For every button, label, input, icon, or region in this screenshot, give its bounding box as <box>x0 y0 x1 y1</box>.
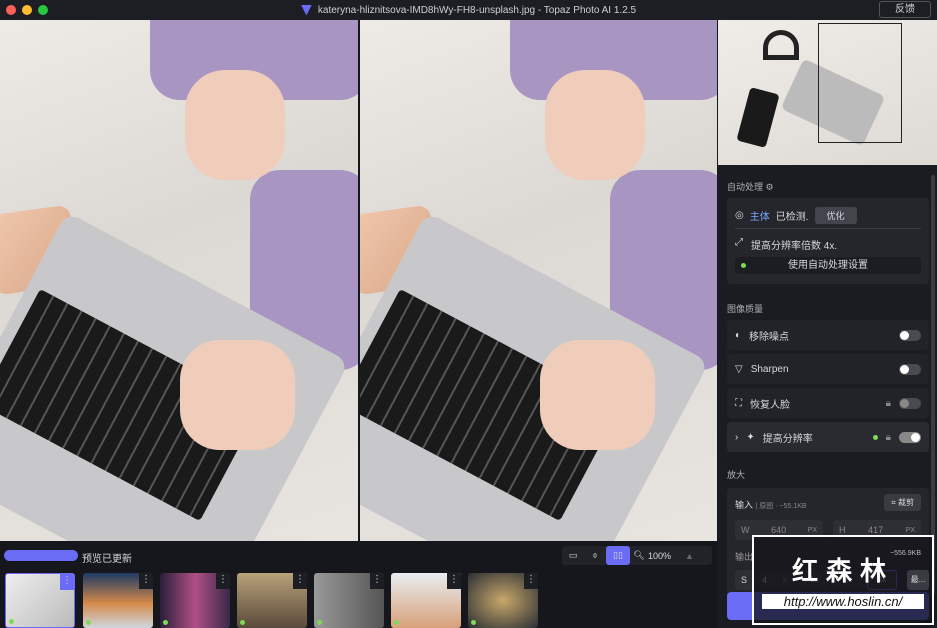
quality-section-title: 图像质量 <box>727 304 764 314</box>
thumbnail[interactable]: ⋮ <box>160 573 230 628</box>
use-auto-button[interactable]: 使用自动处理设置 <box>735 257 921 274</box>
denoise-row[interactable]: ◐ 移除噪点 <box>727 320 929 350</box>
thumbnail[interactable]: ⋮ <box>237 573 307 628</box>
status-dot <box>872 434 878 440</box>
processed-preview[interactable] <box>360 20 717 541</box>
scrollbar[interactable] <box>931 175 935 595</box>
detected-text: 已检测. <box>775 212 809 223</box>
lock-icon: 🔒︎ <box>885 397 891 409</box>
zoom-icon[interactable]: 🔍︎ <box>630 550 648 561</box>
status-text: 预览已更新 <box>82 554 132 565</box>
denoise-toggle[interactable] <box>899 329 921 341</box>
thumbnail[interactable]: ⋮ <box>5 573 75 628</box>
w-value: 640 <box>771 525 787 535</box>
face-row[interactable]: ⛶ 恢复人脸 🔒︎ <box>727 388 929 418</box>
chevron-right-icon[interactable]: › <box>735 432 738 443</box>
w-label: W <box>741 525 750 535</box>
face-label: 恢复人脸 <box>750 399 790 411</box>
h-value: 417 <box>868 525 884 535</box>
upscale-info: 提高分辨率倍数 4x. <box>751 241 838 252</box>
window-title: kateryna-hliznitsova-IMD8hWy-FH8-unsplas… <box>317 4 637 16</box>
navigator-viewport[interactable] <box>818 23 902 143</box>
maximize-button[interactable] <box>38 5 48 15</box>
sharpen-toggle[interactable] <box>899 363 921 375</box>
gear-icon[interactable]: ⚙ <box>766 182 774 192</box>
enlarge-section-title: 放大 <box>727 470 746 480</box>
auto-section-title: 自动处理 <box>727 182 764 192</box>
status-dot <box>741 263 746 268</box>
denoise-icon: ◐ <box>735 329 742 341</box>
face-toggle[interactable] <box>899 397 921 409</box>
minimize-button[interactable] <box>22 5 32 15</box>
crop-label: 裁剪 <box>898 498 914 507</box>
lock-icon: 🔒︎ <box>885 431 891 443</box>
close-button[interactable] <box>6 5 16 15</box>
thumbnail[interactable]: ⋮ <box>83 573 153 628</box>
subject-icon: ◎ <box>735 210 744 221</box>
upscale-icon: ✦ <box>746 431 755 443</box>
s-label: S <box>741 575 748 585</box>
thumbnail[interactable]: ⋮ <box>468 573 538 628</box>
original-preview[interactable] <box>0 20 358 541</box>
input-label: 输入 <box>735 500 754 510</box>
px-unit: PX <box>905 526 915 534</box>
single-view-icon[interactable]: ▭ <box>562 550 584 561</box>
title-bar: kateryna-hliznitsova-IMD8hWy-FH8-unsplas… <box>0 0 937 20</box>
collapse-up-icon[interactable]: ▲ <box>685 551 694 561</box>
upscale-label: 提高分辨率 <box>762 433 813 445</box>
optimize-button[interactable]: 优化 <box>814 207 857 224</box>
thumbnail[interactable]: ⋮ <box>314 573 384 628</box>
navigator[interactable] <box>718 20 937 165</box>
more-button[interactable]: 最... <box>907 570 929 590</box>
progress-bar <box>4 550 78 561</box>
topaz-logo-icon <box>300 4 312 16</box>
sharpen-icon: ▽ <box>735 363 743 375</box>
h-label: H <box>839 525 846 535</box>
output-label: 输出 <box>735 552 754 562</box>
subject-label: 主体 <box>749 212 770 223</box>
upscale-row[interactable]: › ✦ 提高分辨率 🔒︎ <box>727 422 929 452</box>
face-icon: ⛶ <box>735 397 742 409</box>
output-size: ~556.9KB <box>890 550 921 557</box>
sharpen-row[interactable]: ▽ Sharpen <box>727 354 929 384</box>
crop-button[interactable]: ⌗ 裁剪 <box>884 494 921 511</box>
split-view-icon[interactable]: ⌽ <box>584 550 606 561</box>
thumbnail[interactable]: ⋮ <box>391 573 461 628</box>
auto-card: ◎ 主体 已检测. 优化 ⤢ 提高分辨率倍数 4x. 使用自动处理设置 <box>727 198 929 284</box>
px-unit: PX <box>807 526 817 534</box>
upscale-toggle[interactable] <box>899 431 921 443</box>
zoom-level[interactable]: 100% <box>648 551 671 561</box>
feedback-button[interactable]: 反馈 <box>879 1 931 18</box>
watermark-url: http://www.hoslin.cn/ <box>762 594 924 609</box>
side-by-side-icon[interactable]: ▯▯ <box>606 546 630 565</box>
resize-icon: ⤢ <box>735 237 743 248</box>
use-auto-label: 使用自动处理设置 <box>788 260 868 271</box>
input-meta: | 原图 · ~55.1KB <box>755 503 807 510</box>
sharpen-label: Sharpen <box>750 363 789 375</box>
denoise-label: 移除噪点 <box>749 331 790 343</box>
